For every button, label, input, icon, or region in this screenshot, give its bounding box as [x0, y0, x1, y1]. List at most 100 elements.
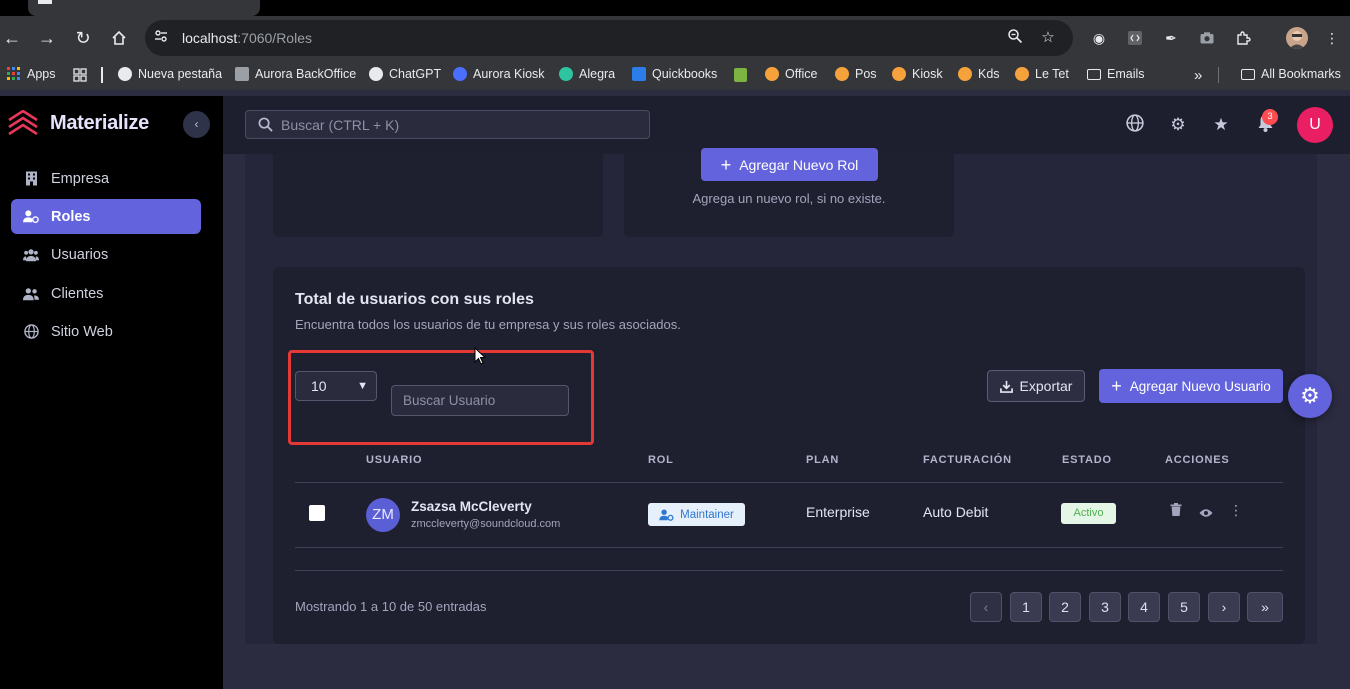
sidebar-item-label: Sitio Web [51, 323, 113, 340]
sidebar-item-clientes[interactable]: Clientes [11, 276, 201, 311]
user-billing: Auto Debit [923, 504, 989, 520]
users-card-subtitle: Encuentra todos los usuarios de tu empre… [295, 317, 681, 332]
pagination-page-3[interactable]: 3 [1089, 592, 1121, 622]
language-globe-icon[interactable] [1124, 114, 1146, 136]
row-select-checkbox[interactable] [309, 505, 325, 521]
users-icon [23, 286, 39, 302]
bookmarks-divider-2 [1218, 67, 1219, 83]
pagination-next-icon[interactable]: › [1208, 592, 1240, 622]
bookmark-aurora-kiosk[interactable]: Aurora Kiosk [453, 67, 545, 81]
view-eye-icon[interactable] [1199, 505, 1215, 517]
kds-favicon-icon [958, 67, 972, 81]
bookmark-pos[interactable]: Pos [835, 67, 877, 81]
bookmark-le-tet[interactable]: Le Tet [1015, 67, 1069, 81]
bookmark-kds[interactable]: Kds [958, 67, 1000, 81]
mouse-cursor-icon [474, 347, 486, 365]
add-user-label: Agregar Nuevo Usuario [1129, 378, 1271, 394]
pagination-last-icon[interactable]: » [1247, 592, 1283, 622]
bookmark-nueva-pestana[interactable]: Nueva pestaña [118, 67, 222, 81]
user-plan: Enterprise [806, 504, 870, 520]
pos-favicon-icon [835, 67, 849, 81]
bookmark-office[interactable]: Office [765, 67, 817, 81]
bookmark-quickbooks[interactable]: Quickbooks [632, 67, 717, 81]
sidebar: Materialize ‹ Empresa Roles Usuarios Cli… [0, 96, 223, 689]
pagination-page-1[interactable]: 1 [1010, 592, 1042, 622]
browser-toolbar: ← → ↻ localhost:7060/Roles ☆ ◉ ✒ ⋮ [0, 16, 1350, 60]
sidebar-item-empresa[interactable]: Empresa [11, 161, 201, 196]
users-icon [23, 247, 39, 263]
tab-favicon-icon [38, 0, 52, 4]
browser-tab-strip [0, 0, 1350, 16]
bookmark-emails[interactable]: Emails [1087, 67, 1145, 81]
pagination-page-2[interactable]: 2 [1049, 592, 1081, 622]
sidebar-item-roles[interactable]: Roles [11, 199, 201, 234]
page-size-select[interactable]: 10 ▼ [295, 371, 377, 401]
reload-icon[interactable]: ↻ [71, 26, 95, 50]
sidebar-item-usuarios[interactable]: Usuarios [11, 237, 201, 272]
apps-grid-icon [7, 67, 20, 80]
profile-avatar-icon[interactable] [1286, 27, 1308, 49]
eyedropper-icon[interactable]: ✒ [1161, 28, 1181, 48]
bookmark-star-icon[interactable]: ☆ [1038, 28, 1058, 48]
add-new-user-button[interactable]: + Agregar Nuevo Usuario [1099, 369, 1283, 403]
user-name[interactable]: Zsazsa McCleverty [411, 499, 532, 514]
bookmark-aurora-backoffice[interactable]: Aurora BackOffice [235, 67, 356, 81]
add-new-role-button[interactable]: + Agregar Nuevo Rol [701, 148, 878, 181]
pagination-page-4[interactable]: 4 [1128, 592, 1160, 622]
browser-tab-active[interactable] [28, 0, 260, 16]
folder-icon [1087, 68, 1101, 80]
back-icon[interactable]: ← [0, 26, 24, 50]
extensions-puzzle-icon[interactable] [1233, 28, 1253, 48]
brand-logo[interactable]: Materialize [8, 110, 149, 136]
app-root: Materialize ‹ Empresa Roles Usuarios Cli… [0, 96, 1350, 689]
user-avatar[interactable]: U [1297, 107, 1333, 143]
forward-icon[interactable]: → [35, 26, 59, 50]
chevron-down-icon: ▼ [357, 380, 368, 392]
chatgpt-favicon-icon [369, 67, 383, 81]
more-actions-icon[interactable]: ⋮ [1229, 502, 1243, 519]
column-header-usuario[interactable]: USUARIO [366, 454, 422, 466]
all-bookmarks[interactable]: All Bookmarks [1241, 67, 1341, 81]
browser-menu-icon[interactable]: ⋮ [1322, 28, 1342, 48]
search-user-input[interactable]: Buscar Usuario [391, 385, 569, 416]
zoom-icon[interactable] [1005, 28, 1025, 48]
column-header-rol[interactable]: ROL [648, 454, 674, 466]
global-search-input[interactable]: Buscar (CTRL + K) [245, 110, 650, 139]
devtools-extension-icon[interactable] [1125, 28, 1145, 48]
customizer-gear-icon[interactable]: ⚙ [1288, 374, 1332, 418]
role-card [273, 154, 603, 237]
pagination-page-5[interactable]: 5 [1168, 592, 1200, 622]
shopify-bookmark-icon[interactable] [734, 68, 747, 82]
export-button[interactable]: Exportar [987, 370, 1085, 402]
column-header-estado[interactable]: ESTADO [1062, 454, 1112, 466]
bookmark-alegra[interactable]: Alegra [559, 67, 615, 81]
camera-icon[interactable] [1197, 28, 1217, 48]
extension-icon[interactable]: ◉ [1089, 28, 1109, 48]
alegra-favicon-icon [559, 67, 573, 81]
column-header-facturacion[interactable]: FACTURACIÓN [923, 454, 1012, 466]
bookmark-chatgpt[interactable]: ChatGPT [369, 67, 441, 81]
more-bookmarks-icon[interactable]: » [1194, 67, 1202, 84]
bookmark-kiosk[interactable]: Kiosk [892, 67, 943, 81]
users-card-title: Total de usuarios con sus roles [295, 291, 534, 308]
address-bar[interactable]: localhost:7060/Roles ☆ [145, 20, 1073, 56]
sidebar-item-label: Usuarios [51, 246, 109, 263]
bookmark-apps[interactable]: Apps [7, 67, 56, 81]
search-icon [258, 117, 273, 132]
delete-icon[interactable] [1170, 503, 1184, 517]
column-header-acciones: ACCIONES [1165, 454, 1230, 466]
favorites-star-icon[interactable]: ★ [1210, 114, 1232, 136]
collapse-sidebar-button[interactable]: ‹ [183, 111, 210, 138]
sidebar-item-sitio-web[interactable]: Sitio Web [11, 314, 201, 349]
pagination-previous-icon[interactable]: ‹ [970, 592, 1002, 622]
tab-groups-icon[interactable] [73, 68, 87, 82]
page-size-value: 10 [311, 378, 327, 394]
home-icon[interactable] [107, 26, 131, 50]
aurora-kiosk-favicon-icon [453, 67, 467, 81]
column-header-plan[interactable]: PLAN [806, 454, 839, 466]
office-favicon-icon [765, 67, 779, 81]
add-role-label: Agregar Nuevo Rol [739, 156, 859, 173]
bookmarks-bar: Apps Nueva pestaña Aurora BackOffice Cha… [0, 60, 1350, 90]
settings-gear-icon[interactable]: ⚙ [1167, 114, 1189, 136]
site-info-icon[interactable] [151, 28, 171, 48]
